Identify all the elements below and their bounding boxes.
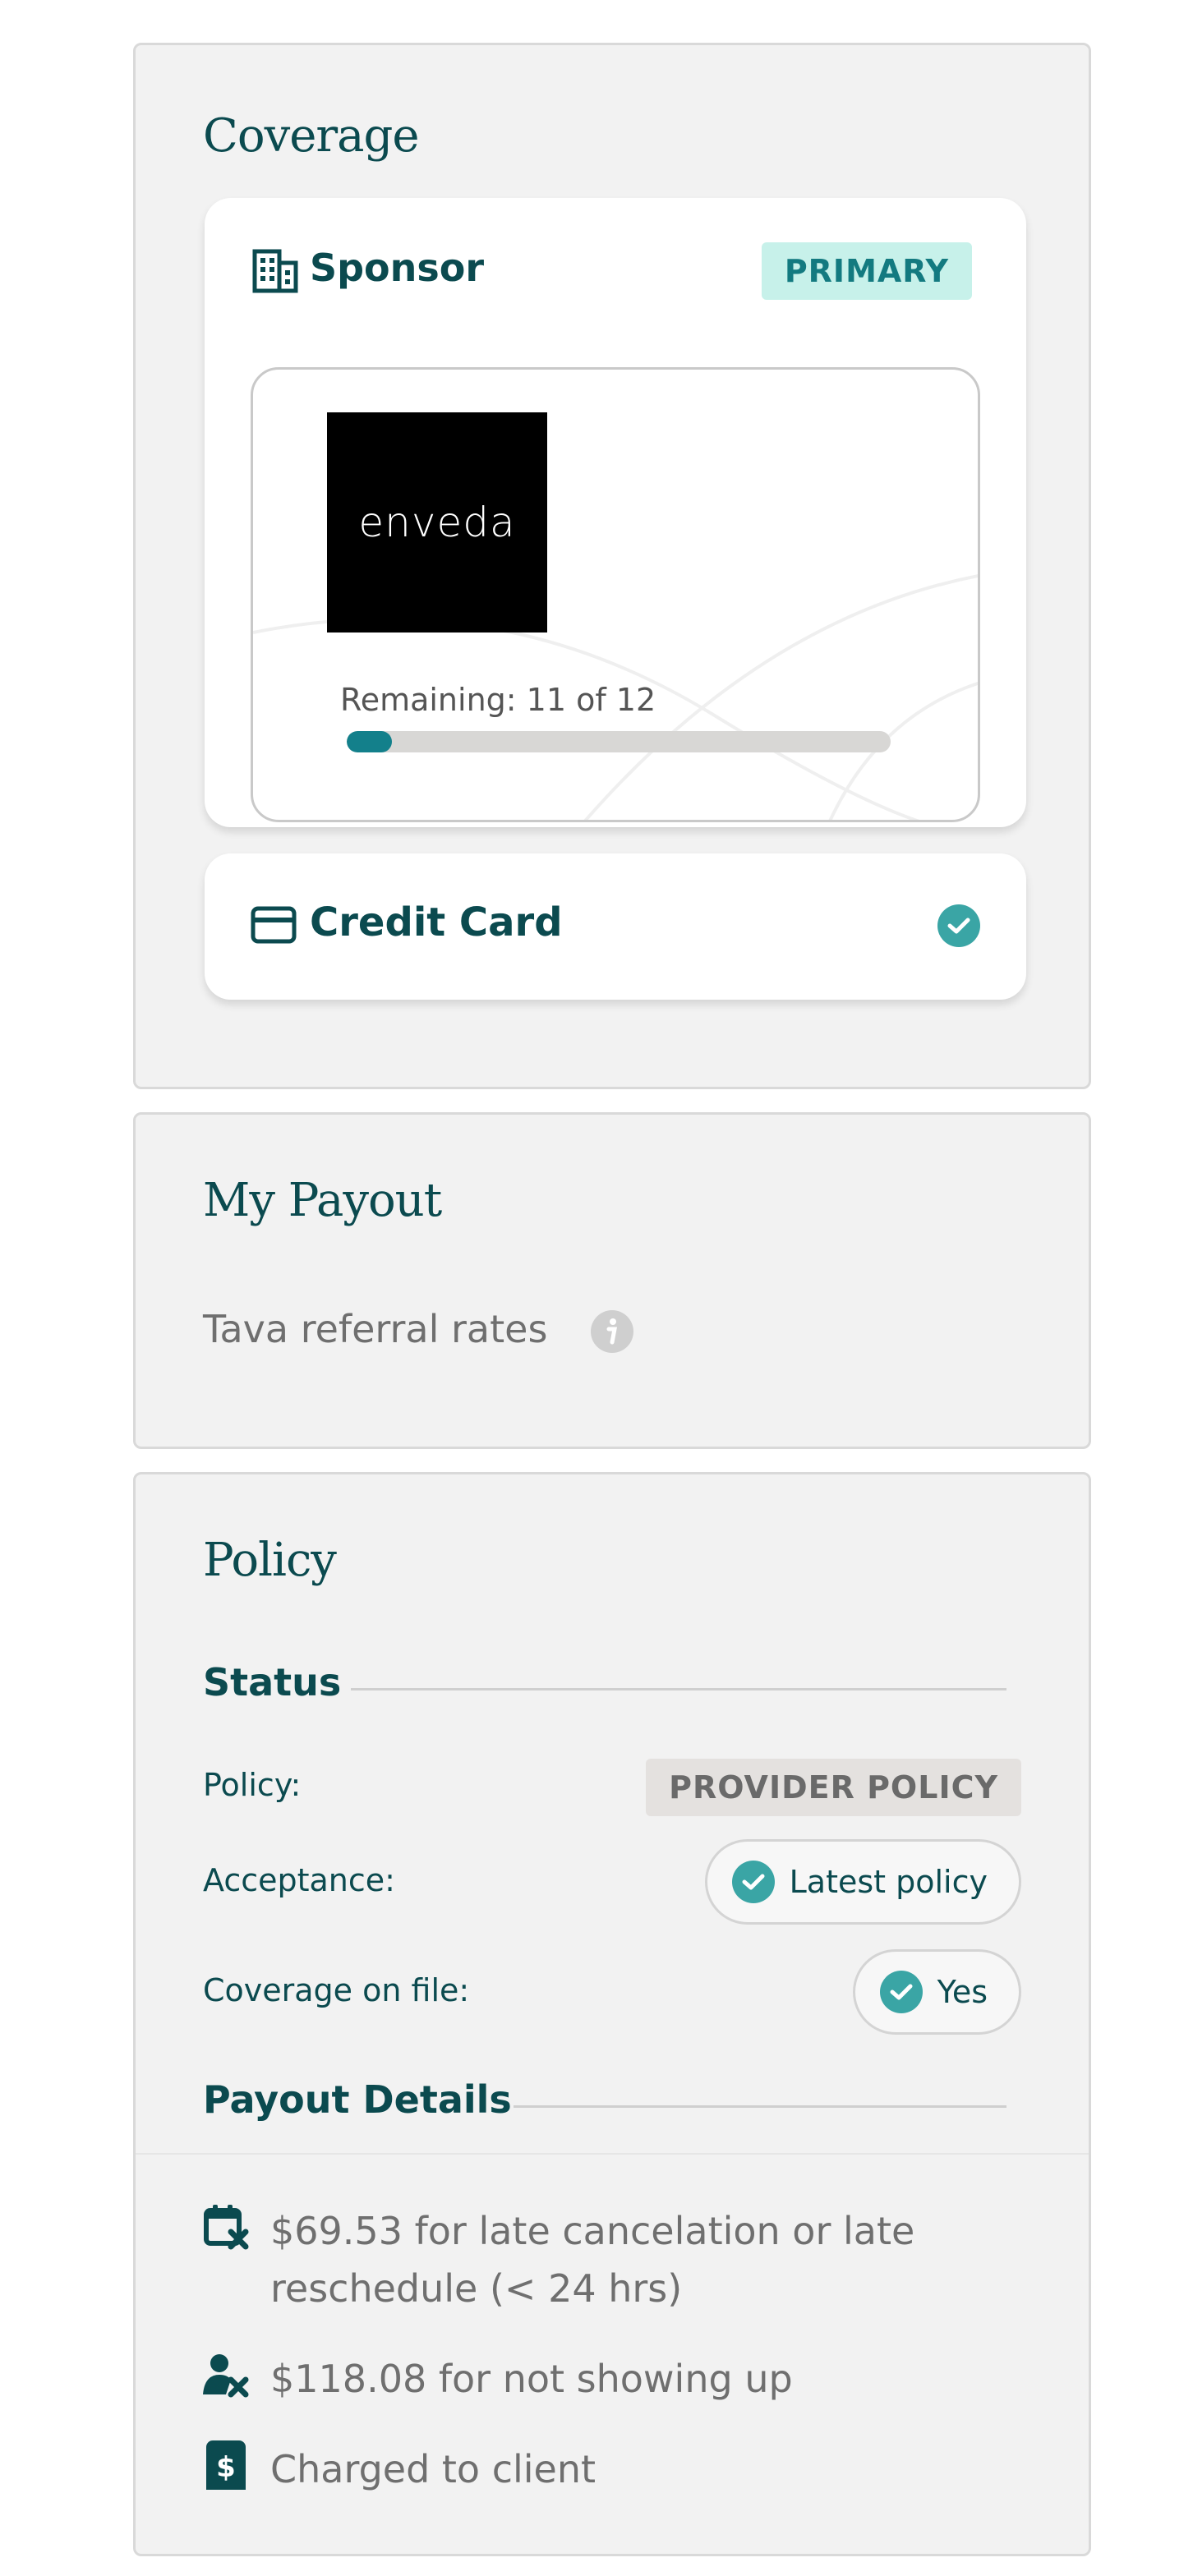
acceptance-row-label: Acceptance: <box>203 1862 395 1898</box>
sponsor-logo-text: enveda <box>358 499 516 546</box>
status-heading: Status <box>203 1660 342 1704</box>
payout-panel: My Payout Tava referral rates <box>133 1112 1091 1449</box>
policy-row-label: Policy: <box>203 1767 302 1803</box>
coverage-on-file-pill: Yes <box>852 1949 1021 2035</box>
payout-details-list: $69.53 for late cancelation or late resc… <box>136 2153 1089 2549</box>
policy-panel: Policy Status Policy: PROVIDER POLICY Ac… <box>133 1472 1091 2556</box>
check-circle-icon <box>731 1861 775 1903</box>
credit-card-option[interactable]: Credit Card <box>205 853 1026 1000</box>
policy-title: Policy <box>203 1534 337 1587</box>
payout-details-heading: Payout Details <box>203 2077 512 2122</box>
latest-policy-pill: Latest policy <box>704 1839 1021 1925</box>
user-x-icon <box>201 2350 251 2399</box>
building-icon <box>252 249 298 293</box>
remaining-progress-bar <box>347 731 891 752</box>
sponsor-card[interactable]: Sponsor PRIMARY enveda Remaining: 11 of … <box>205 198 1026 827</box>
sponsor-logo: enveda <box>327 412 547 632</box>
credit-card-label: Credit Card <box>310 899 563 945</box>
no-show-text: $118.08 for not showing up <box>270 2357 793 2401</box>
status-divider <box>351 1688 1006 1690</box>
coverage-title: Coverage <box>203 109 419 163</box>
coverage-on-file-row-label: Coverage on file: <box>203 1972 470 2008</box>
dollar-card-icon: $ <box>201 2440 251 2496</box>
late-cancel-item: $69.53 for late cancelation or late resc… <box>201 2202 1010 2317</box>
referral-rates-label: Tava referral rates <box>203 1307 548 1351</box>
svg-text:$: $ <box>216 2451 236 2484</box>
check-circle-icon <box>937 904 980 947</box>
remaining-text: Remaining: 11 of 12 <box>340 682 656 718</box>
coverage-on-file-text: Yes <box>937 1974 988 2010</box>
sponsor-benefit-card: enveda Remaining: 11 of 12 <box>251 367 980 822</box>
sponsor-label: Sponsor <box>310 246 485 290</box>
payout-details-divider <box>514 2105 1006 2108</box>
charged-to-client-text: Charged to client <box>270 2447 596 2491</box>
latest-policy-text: Latest policy <box>789 1864 988 1900</box>
late-cancel-text: $69.53 for late cancelation or late resc… <box>270 2209 915 2311</box>
no-show-item: $118.08 for not showing up <box>201 2350 1010 2408</box>
remaining-progress-fill <box>347 731 393 752</box>
charged-to-client-item: $ Charged to client <box>201 2440 1010 2498</box>
calendar-x-icon <box>201 2202 251 2252</box>
credit-card-icon <box>251 906 297 944</box>
coverage-panel: Coverage Sponsor PRIMARY enveda Remainin… <box>133 43 1091 1089</box>
info-icon[interactable] <box>591 1310 633 1353</box>
provider-policy-badge: PROVIDER POLICY <box>646 1759 1021 1816</box>
payout-title: My Payout <box>203 1174 442 1227</box>
check-circle-icon <box>879 1971 923 2013</box>
primary-badge: PRIMARY <box>761 242 972 300</box>
